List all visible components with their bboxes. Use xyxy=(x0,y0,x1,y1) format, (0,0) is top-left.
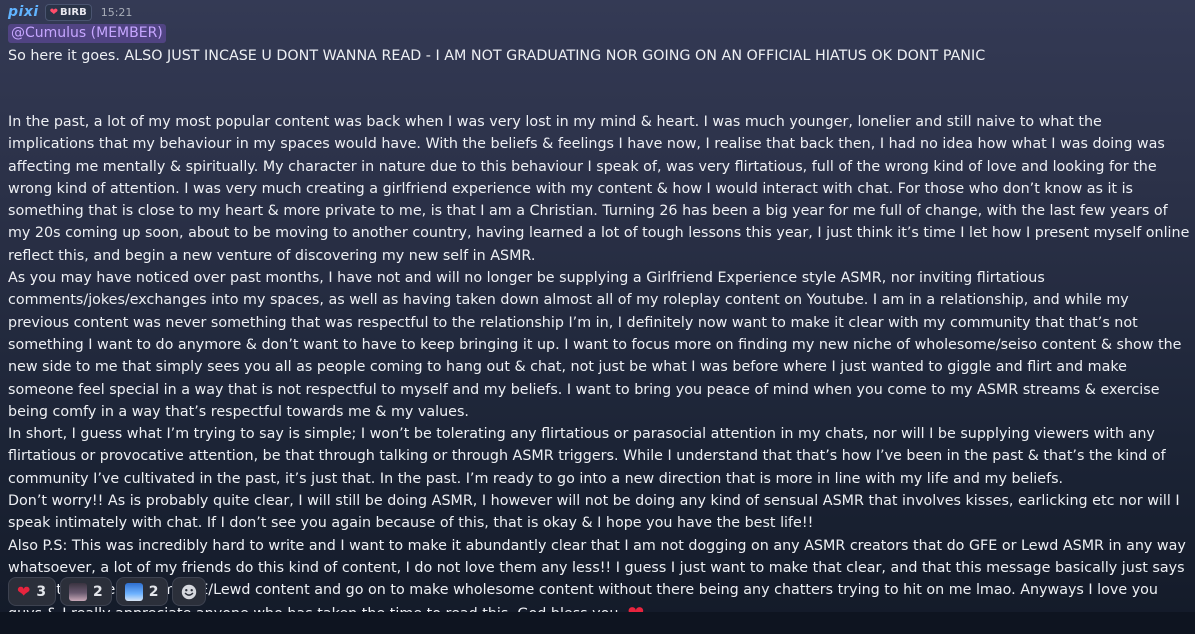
message-header: pixi ❤ BIRB 15:21 xyxy=(8,3,132,21)
reaction-count: 2 xyxy=(148,583,159,600)
smile-icon xyxy=(181,584,196,599)
custom-face-emoji-icon xyxy=(69,582,87,601)
reaction-custom-face[interactable]: 2 xyxy=(60,577,112,606)
reaction-count: 3 xyxy=(36,583,47,600)
heart-icon: ❤ xyxy=(49,6,59,18)
bottom-bar xyxy=(0,612,1195,634)
role-tag-label: BIRB xyxy=(60,6,87,18)
message-first-line: So here it goes. ALSO JUST INCASE U DONT… xyxy=(8,48,986,64)
user-mention[interactable]: @Cumulus (MEMBER) xyxy=(8,24,166,43)
message-body-text: In the past, a lot of my most popular co… xyxy=(8,114,1190,622)
message-body: In the past, a lot of my most popular co… xyxy=(8,111,1190,625)
reaction-custom-blue[interactable]: 2 xyxy=(115,577,168,606)
reaction-heart[interactable]: ❤ 3 xyxy=(8,577,56,606)
custom-blue-emoji-icon xyxy=(124,582,143,601)
reaction-count: 2 xyxy=(93,583,103,600)
author-name[interactable]: pixi xyxy=(8,4,39,20)
chat-message: pixi ❤ BIRB 15:21 @Cumulus (MEMBER) So h… xyxy=(0,0,1195,634)
heart-emoji-icon: ❤ xyxy=(17,581,31,601)
timestamp[interactable]: 15:21 xyxy=(101,6,133,19)
add-reaction-button[interactable] xyxy=(171,577,206,606)
reaction-bar: ❤ 3 2 2 xyxy=(8,577,206,606)
role-tag[interactable]: ❤ BIRB xyxy=(44,3,92,21)
